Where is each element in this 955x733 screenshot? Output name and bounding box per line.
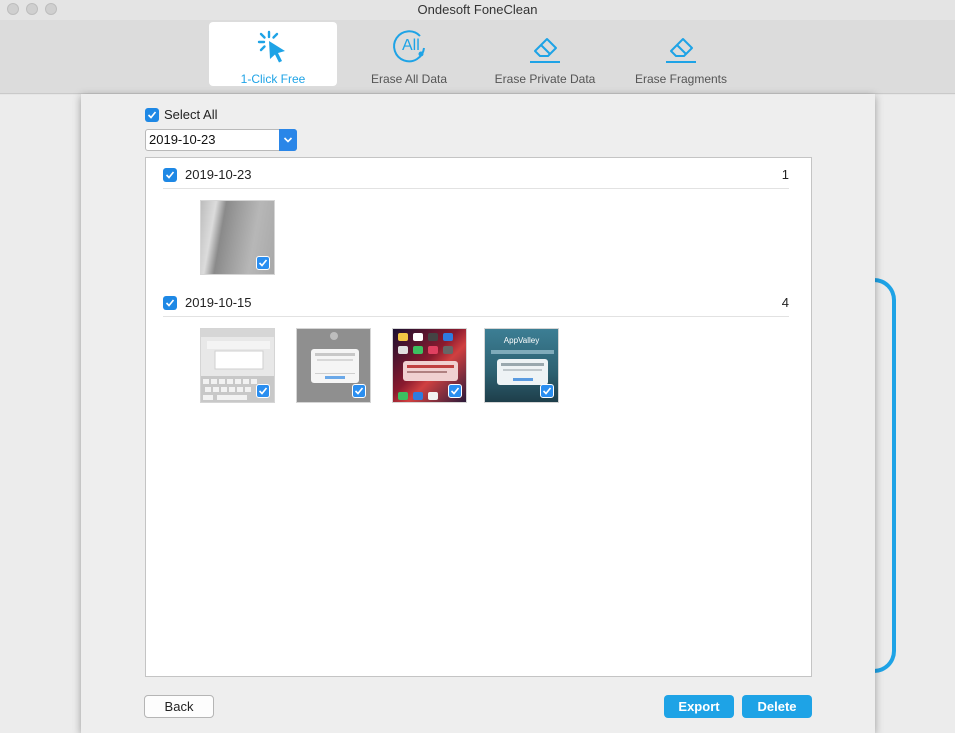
checkbox-icon[interactable] (352, 384, 366, 398)
tab-label: Erase Private Data (494, 72, 596, 86)
group-header: 2019-10-15 4 (163, 289, 789, 317)
photo-thumbnail[interactable] (392, 328, 467, 403)
tab-1-click-free[interactable]: 1-Click Free (209, 22, 337, 86)
toolbar: 1-Click Free All Erase All Data Erase Pr… (0, 20, 955, 94)
tab-erase-private-data[interactable]: Erase Private Data (481, 22, 609, 86)
checkbox-icon[interactable] (540, 384, 554, 398)
chevron-down-icon[interactable] (279, 129, 297, 151)
title-bar: Ondesoft FoneClean (0, 0, 955, 20)
checkbox-icon[interactable] (163, 295, 177, 310)
photo-thumbnail[interactable] (200, 328, 275, 403)
export-button[interactable]: Export (664, 695, 734, 718)
photo-preview-dialog: Select All 2019-10-23 2019-10-23 1 2019-… (81, 94, 875, 733)
group-count: 4 (781, 295, 789, 310)
tab-label: 1-Click Free (240, 72, 306, 86)
date-filter-value: 2019-10-23 (149, 132, 216, 147)
tab-label: Erase Fragments (634, 72, 728, 86)
checkbox-icon[interactable] (145, 107, 159, 122)
photo-thumbnail[interactable]: AppValley (484, 328, 559, 403)
group-date: 2019-10-15 (185, 295, 252, 310)
select-all-control[interactable]: Select All (145, 107, 217, 122)
delete-button[interactable]: Delete (742, 695, 812, 718)
group-date: 2019-10-23 (185, 167, 252, 182)
tab-erase-all-data[interactable]: All Erase All Data (345, 22, 473, 86)
tab-label: Erase All Data (370, 72, 448, 86)
checkbox-icon[interactable] (256, 256, 270, 270)
group-count: 1 (781, 167, 789, 182)
back-button[interactable]: Back (144, 695, 214, 718)
all-icon: All (345, 28, 473, 66)
photo-thumbnail[interactable] (200, 200, 275, 275)
checkbox-icon[interactable] (163, 167, 177, 182)
select-all-label: Select All (164, 107, 218, 122)
date-filter-select[interactable]: 2019-10-23 (145, 129, 297, 151)
group-header: 2019-10-23 1 (163, 161, 789, 189)
checkbox-icon[interactable] (256, 384, 270, 398)
checkbox-icon[interactable] (448, 384, 462, 398)
tab-erase-fragments[interactable]: Erase Fragments (617, 22, 745, 86)
window-title: Ondesoft FoneClean (417, 2, 538, 17)
photo-list[interactable]: 2019-10-23 1 2019-10-15 4 AppValley (145, 157, 812, 677)
eraser-icon (481, 28, 609, 66)
eraser-icon (617, 28, 745, 66)
all-icon-text: All (402, 37, 420, 54)
photo-thumbnail[interactable] (296, 328, 371, 403)
click-icon (209, 28, 337, 66)
